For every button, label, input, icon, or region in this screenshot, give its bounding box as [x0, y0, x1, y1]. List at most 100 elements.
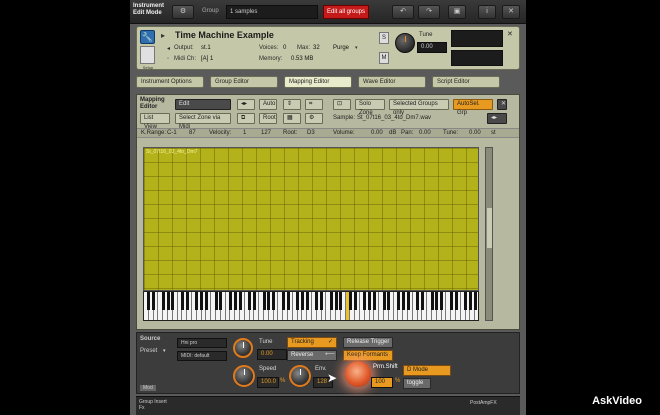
- purge-menu[interactable]: Purge: [333, 45, 349, 51]
- piano-black-key[interactable]: [416, 292, 420, 310]
- auto-button[interactable]: Auto: [259, 99, 277, 110]
- piano-black-key[interactable]: [363, 292, 367, 310]
- piano-black-key[interactable]: [296, 292, 300, 310]
- piano-black-key[interactable]: [348, 292, 352, 310]
- close-mapping-icon[interactable]: ✕: [497, 99, 507, 110]
- gear-icon-button[interactable]: ⚙: [172, 5, 194, 19]
- undo-icon-button[interactable]: ↶: [392, 5, 414, 19]
- piano-black-key[interactable]: [401, 292, 405, 310]
- piano-black-key[interactable]: [320, 292, 324, 310]
- root-button[interactable]: Root: [259, 113, 277, 124]
- link-icon-button[interactable]: ⌗: [305, 99, 323, 110]
- piano-black-key[interactable]: [166, 292, 170, 310]
- piano-black-key[interactable]: [339, 292, 343, 310]
- piano-black-key[interactable]: [300, 292, 304, 310]
- piano-black-key[interactable]: [449, 292, 453, 310]
- midi-channel-value[interactable]: [A] 1: [201, 56, 213, 62]
- piano-black-key[interactable]: [315, 292, 319, 310]
- save-icon-button[interactable]: ▣: [448, 5, 466, 19]
- piano-black-key[interactable]: [406, 292, 410, 310]
- piano-black-key[interactable]: [435, 292, 439, 310]
- root-value[interactable]: D3: [307, 129, 315, 138]
- max-value[interactable]: 32: [313, 45, 320, 51]
- scrollbar-thumb[interactable]: [487, 208, 492, 248]
- piano-black-key[interactable]: [252, 292, 256, 310]
- zoom-icon-button[interactable]: ⇕: [283, 99, 301, 110]
- tab-mapping-editor[interactable]: Mapping Editor: [284, 76, 352, 88]
- piano-black-key[interactable]: [152, 292, 156, 310]
- tab-group-editor[interactable]: Group Editor: [210, 76, 278, 88]
- piano-black-key[interactable]: [204, 292, 208, 310]
- piano-black-key[interactable]: [468, 292, 472, 310]
- piano-black-key[interactable]: [382, 292, 386, 310]
- piano-black-key[interactable]: [228, 292, 232, 310]
- expand-arrow-icon[interactable]: ▸: [161, 31, 165, 40]
- velocity-to[interactable]: 127: [261, 129, 271, 138]
- krange-to[interactable]: 87: [189, 129, 196, 138]
- piano-black-key[interactable]: [473, 292, 477, 310]
- piano-black-key[interactable]: [185, 292, 189, 310]
- key-icon-button[interactable]: ⊡: [333, 99, 351, 110]
- preset-label[interactable]: Preset: [140, 348, 157, 354]
- edit-all-groups-button[interactable]: Edit all groups: [323, 5, 369, 19]
- piano-black-key[interactable]: [219, 292, 223, 310]
- volume-value[interactable]: 0.00: [371, 129, 383, 138]
- zone-mapping-grid[interactable]: St_07t16_03_4to_Dm7: [143, 147, 479, 291]
- piano-black-key[interactable]: [195, 292, 199, 310]
- close-instrument-icon[interactable]: ✕: [507, 30, 513, 38]
- settings-icon-button[interactable]: ⚙: [305, 113, 323, 124]
- arrows-icon-button[interactable]: ◂▸: [237, 99, 255, 110]
- copy-icon-button[interactable]: ⧉: [237, 113, 255, 124]
- info-icon-button[interactable]: i: [478, 5, 496, 19]
- formant-shift-value[interactable]: 100: [371, 377, 393, 388]
- tab-wave-editor[interactable]: Wave Editor: [358, 76, 426, 88]
- velocity-from[interactable]: 1: [243, 129, 246, 138]
- grid-icon-button[interactable]: ▦: [283, 113, 301, 124]
- piano-black-key[interactable]: [396, 292, 400, 310]
- output-value[interactable]: st.1: [201, 45, 211, 51]
- piano-black-key[interactable]: [200, 292, 204, 310]
- piano-black-key[interactable]: [430, 292, 434, 310]
- piano-black-key[interactable]: [262, 292, 266, 310]
- list-view-button[interactable]: List View: [140, 113, 170, 130]
- formant-shift-knob-highlighted[interactable]: [345, 361, 371, 387]
- wrench-icon[interactable]: 🔧: [140, 30, 155, 44]
- d-mode-button[interactable]: D Mode: [403, 365, 451, 376]
- pan-value[interactable]: 0.00: [419, 129, 431, 138]
- piano-black-key[interactable]: [147, 292, 151, 310]
- preset-arrow-icon[interactable]: ▾: [163, 348, 166, 354]
- piano-black-key[interactable]: [171, 292, 175, 310]
- keep-formants-button[interactable]: Keep Formants: [343, 350, 393, 361]
- piano-black-key[interactable]: [420, 292, 424, 310]
- piano-black-key[interactable]: [267, 292, 271, 310]
- tune-value[interactable]: 0.00: [469, 129, 481, 138]
- piano-black-key[interactable]: [161, 292, 165, 310]
- piano-keyboard[interactable]: [143, 291, 479, 321]
- piano-black-key[interactable]: [233, 292, 237, 310]
- piano-black-key[interactable]: [454, 292, 458, 310]
- piano-black-key[interactable]: [368, 292, 372, 310]
- piano-black-key[interactable]: [353, 292, 357, 310]
- group-selector[interactable]: 1 samples: [226, 5, 318, 19]
- piano-black-key[interactable]: [464, 292, 468, 310]
- close-icon-button[interactable]: ✕: [502, 5, 520, 19]
- toggle-button[interactable]: toggle: [403, 378, 431, 389]
- piano-black-key[interactable]: [214, 292, 218, 310]
- solo-zone-button[interactable]: Solo Zone: [355, 99, 385, 116]
- tune-knob[interactable]: [233, 338, 253, 358]
- envelope-knob[interactable]: [289, 365, 311, 387]
- purge-arrow-icon[interactable]: ▾: [355, 45, 358, 51]
- selected-groups-only-button[interactable]: Selected Groups only: [389, 99, 449, 116]
- piano-black-key[interactable]: [372, 292, 376, 310]
- tab-instrument-options[interactable]: Instrument Options: [136, 76, 204, 88]
- autosel-grp-button[interactable]: AutoSel. Grp: [453, 99, 493, 116]
- source-midi-select[interactable]: MIDI: default: [177, 351, 227, 361]
- piano-black-key[interactable]: [440, 292, 444, 310]
- piano-black-key[interactable]: [180, 292, 184, 310]
- redo-icon-button[interactable]: ↷: [418, 5, 440, 19]
- piano-black-key[interactable]: [286, 292, 290, 310]
- piano-black-key[interactable]: [248, 292, 252, 310]
- krange-from[interactable]: C-1: [167, 129, 177, 138]
- source-tune-value[interactable]: 0.00: [257, 349, 287, 360]
- mod-label[interactable]: Mod: [140, 385, 156, 391]
